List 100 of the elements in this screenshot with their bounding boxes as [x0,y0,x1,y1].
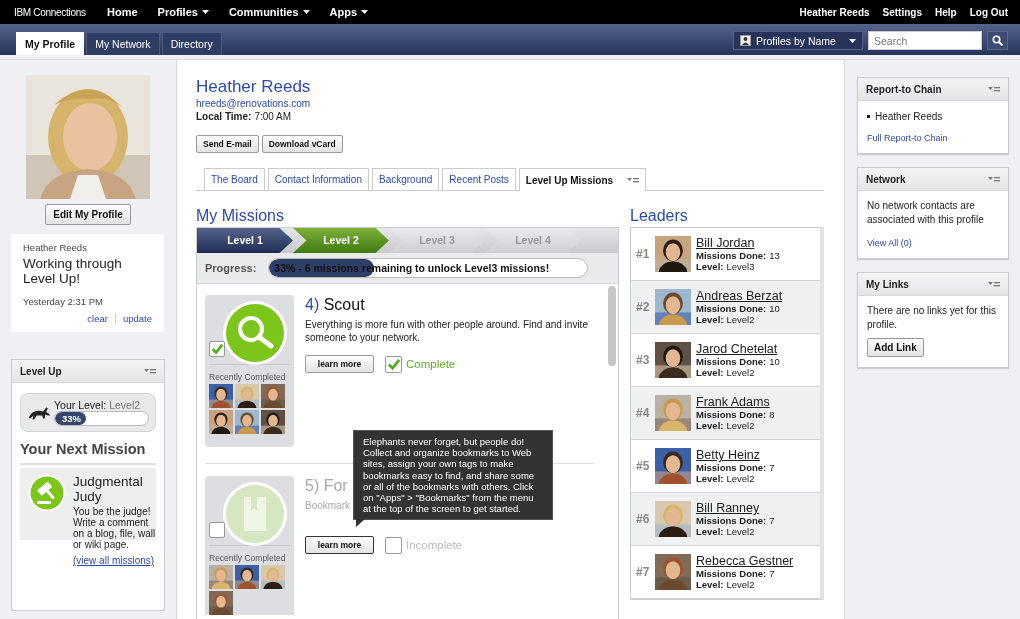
logo-text: IBM Connections [14,6,87,18]
missions-count: 10 [769,356,780,367]
level-value: Level2 [726,367,755,378]
tab[interactable]: Contact Information [267,168,369,190]
tab[interactable]: Recent Posts [442,168,516,190]
leader-name-link[interactable]: Rebecca Gestner [696,554,794,568]
widget-title: Report-to Chain [866,83,942,95]
missions-count: 7 [769,568,775,579]
tab[interactable]: Level Up Missions [518,168,647,191]
missions-count: 7 [769,462,775,473]
nav-link[interactable]: Profiles [157,6,209,18]
status-time: Yesterday 2:31 PM [23,296,104,307]
recent-label: Recently Completed [209,372,287,382]
gavel-icon [28,474,66,512]
add-link-button[interactable]: Add Link [867,338,924,357]
leader-name-link[interactable]: Andreas Berzat [696,289,783,303]
learn-more-button[interactable]: learn more [305,355,374,373]
magnifier-icon [222,300,288,366]
status-action-link[interactable]: clear [87,313,108,324]
tab[interactable]: My Network [86,32,160,55]
mission-description: Everything is more fun with other people around. Find and invite someone to your network. [305,318,589,344]
rank-number: #6 [636,512,651,526]
checkbox[interactable] [385,355,402,373]
level-value: Level2 [109,399,141,411]
nav-link[interactable]: Settings [882,6,922,18]
widget-title: My Links [866,278,909,290]
widget-link[interactable]: View All (0) [867,238,999,248]
rank-number: #2 [636,300,651,314]
rank-number: #7 [636,565,651,579]
missions-count: 7 [769,515,775,526]
widget-link[interactable]: Full Report-to Chain [867,133,999,143]
nav-link[interactable]: Log Out [969,6,1008,18]
level-value: Level3 [726,261,755,272]
status-author: Heather Reeds [23,242,88,253]
level-label: Level: [696,526,724,537]
level-label: Level: [696,473,724,484]
caret-icon [302,10,310,14]
widget-text: No network contacts are associated with this profile [867,199,985,227]
nav-link[interactable]: Heather Reeds [799,6,870,18]
rank-number: #3 [636,353,651,367]
nav-link[interactable]: Apps [329,6,369,18]
action-button[interactable]: Download vCard [261,135,343,153]
scope-dropdown[interactable]: Profiles by Name [733,31,863,50]
tab[interactable]: The Board [204,168,265,190]
recent-label: Recently Completed [209,553,287,563]
level-value: Level2 [726,526,755,537]
tab[interactable]: My Profile [16,32,85,55]
mission-title: 5) For [305,477,348,495]
search-icon [992,35,1003,46]
local-time-label: Local Time: [196,111,252,122]
menu-icon [988,175,1000,183]
checkbox[interactable] [209,341,225,357]
missions-count: 10 [769,303,780,314]
checkbox[interactable] [209,522,225,538]
email-link[interactable]: hreeds@renovations.com [196,98,311,109]
level-value: Level2 [726,473,755,484]
checkbox[interactable] [385,536,402,554]
level-value: Level2 [726,579,755,590]
person-name: Heather Reeds [875,111,943,122]
leader-name-link[interactable]: Frank Adams [696,395,775,409]
level-label: Level: [696,579,724,590]
view-all-link[interactable]: (view all missions) [73,555,155,566]
nav-link[interactable]: Help [935,6,957,18]
tab[interactable]: Directory [161,32,222,55]
rank-number: #1 [636,247,651,261]
section-heading: My Missions [196,206,285,226]
level-label: Your Level: [54,399,107,411]
leader-name-link[interactable]: Bill Jordan [696,236,780,250]
section-heading: Your Next Mission [20,441,156,465]
missions-label: Missions Done: [696,515,767,526]
level-value: Level2 [726,420,755,431]
menu-icon [627,176,640,184]
edit-profile-button[interactable]: Edit My Profile [45,204,131,225]
mission-title: Judgmental Judy [73,474,144,504]
status-message: Working through Level Up! [23,256,123,286]
leader-name-link[interactable]: Bill Ranney [696,501,775,515]
tab[interactable]: Background [371,168,440,190]
missions-label: Missions Done: [696,303,767,314]
leader-name-link[interactable]: Betty Heinz [696,448,775,462]
menu-icon [988,85,1000,93]
level-label: Level: [696,367,724,378]
nav-link[interactable]: Communities [228,6,310,18]
action-button[interactable]: Send E-mail [196,135,259,153]
menu-icon [144,367,156,375]
level-step[interactable]: Level 1 [197,228,293,253]
mission-title: 4) Scout [305,296,366,314]
search-button[interactable] [987,31,1008,50]
level-label: Level: [696,420,724,431]
search-field[interactable]: Search [868,31,982,50]
nav-link[interactable]: Home [107,6,138,18]
status-action-link[interactable]: update [122,313,152,324]
missions-label: Missions Done: [696,356,767,367]
rank-number: #5 [636,459,651,473]
missions-label: Missions Done: [696,250,767,261]
level-step[interactable]: Level 2 [293,228,389,253]
learn-more-button[interactable]: learn more [305,536,374,554]
widget-title: Level Up [20,365,62,377]
mission-description: Bookmark [305,499,350,513]
level-label: Level: [696,261,724,272]
leader-name-link[interactable]: Jarod Chetelat [696,342,780,356]
